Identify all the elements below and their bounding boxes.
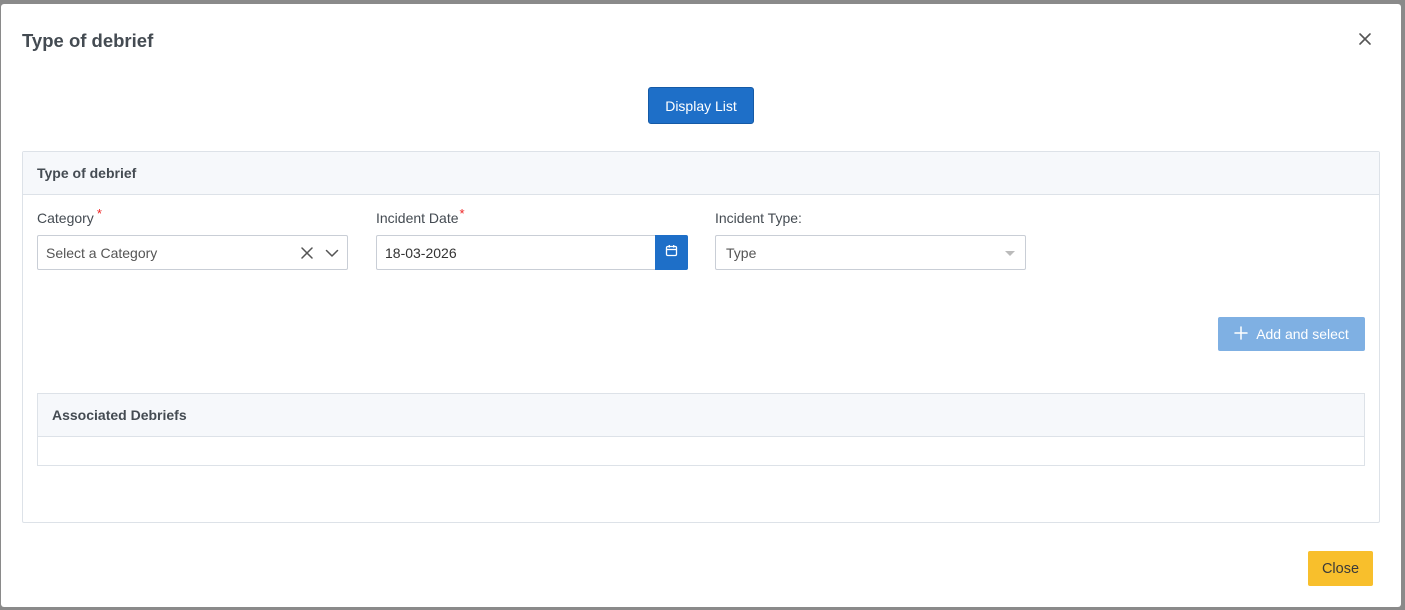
caret-down-icon: [1005, 251, 1015, 256]
associated-debriefs-title: Associated Debriefs: [38, 394, 1364, 437]
panel-title: Type of debrief: [23, 152, 1379, 195]
category-placeholder: Select a Category: [46, 244, 158, 261]
debrief-modal: Type of debrief Display List Type of deb…: [1, 4, 1401, 607]
add-and-select-button[interactable]: Add and select: [1218, 317, 1365, 351]
debrief-type-panel: Type of debrief Category * Select a Categ…: [22, 151, 1380, 523]
category-label: Category *: [37, 206, 102, 226]
incident-date-input[interactable]: 18-03-2026: [376, 235, 656, 270]
category-label-text: Category: [37, 210, 94, 226]
add-and-select-label: Add and select: [1256, 326, 1349, 342]
plus-icon: [1234, 325, 1248, 343]
incident-date-value: 18-03-2026: [385, 244, 457, 261]
required-mark: *: [459, 206, 465, 221]
calendar-button[interactable]: [655, 235, 688, 270]
incident-date-label-text: Incident Date: [376, 210, 459, 226]
chevron-down-icon[interactable]: [325, 246, 339, 260]
category-select[interactable]: Select a Category: [37, 235, 348, 270]
close-icon[interactable]: [1356, 30, 1374, 48]
display-list-button[interactable]: Display List: [648, 87, 754, 124]
close-button[interactable]: Close: [1308, 551, 1373, 586]
calendar-icon: [665, 244, 678, 262]
required-mark: *: [96, 206, 102, 221]
modal-title: Type of debrief: [22, 30, 154, 51]
associated-debriefs-panel: Associated Debriefs: [37, 393, 1365, 466]
incident-type-select[interactable]: Type: [715, 235, 1026, 270]
clear-icon[interactable]: [300, 246, 314, 260]
incident-type-label: Incident Type:: [715, 210, 802, 226]
incident-type-placeholder: Type: [726, 244, 757, 261]
incident-date-label: Incident Date*: [376, 206, 465, 226]
